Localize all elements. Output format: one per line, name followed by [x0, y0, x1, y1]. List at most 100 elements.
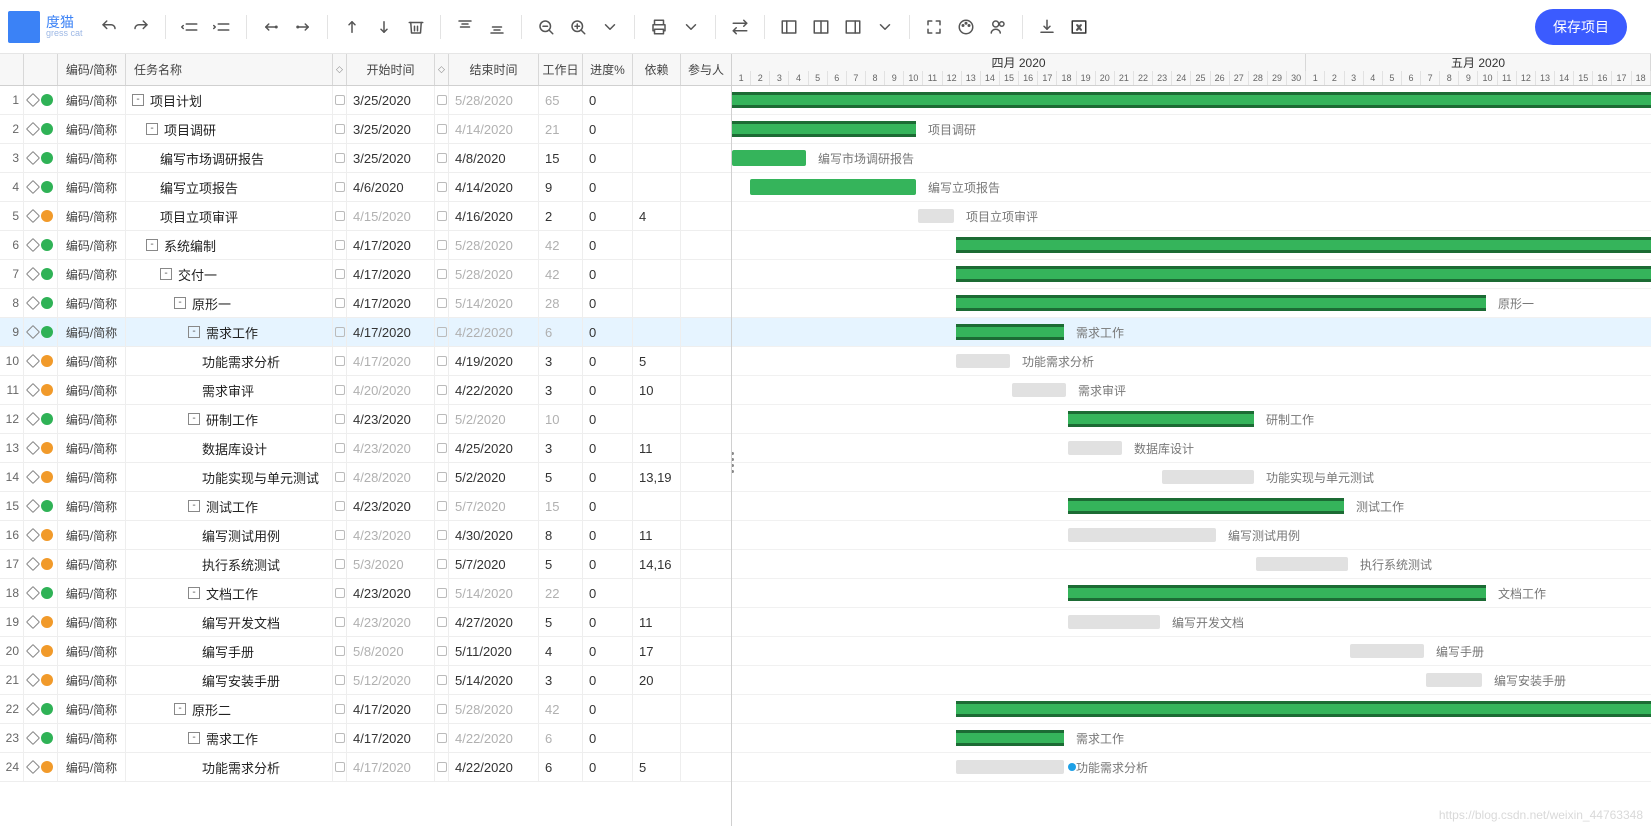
edit-icon[interactable] — [26, 325, 40, 339]
end-cell[interactable]: 5/7/2020 — [449, 550, 539, 578]
deps-cell[interactable]: 13,19 — [633, 463, 681, 491]
print-icon[interactable] — [645, 13, 673, 41]
end-cell[interactable]: 5/28/2020 — [449, 86, 539, 114]
swap-icon[interactable] — [726, 13, 754, 41]
start-cell[interactable]: 4/23/2020 — [347, 608, 435, 636]
gantt-row[interactable] — [732, 231, 1651, 260]
edit-icon[interactable] — [26, 209, 40, 223]
dropdown-icon[interactable] — [871, 13, 899, 41]
toggle-icon[interactable]: - — [188, 587, 200, 599]
table-row[interactable]: 20编码/简称编写手册5/8/20205/11/20204017 — [0, 637, 731, 666]
progress-cell[interactable]: 0 — [583, 289, 633, 317]
checkbox-icon[interactable] — [437, 153, 447, 163]
deps-cell[interactable] — [633, 173, 681, 201]
dropdown-icon[interactable] — [596, 13, 624, 41]
name-cell[interactable]: 编写安装手册 — [126, 666, 333, 694]
people-cell[interactable] — [681, 695, 731, 723]
deps-cell[interactable] — [633, 231, 681, 259]
export-excel-icon[interactable]: X — [1065, 13, 1093, 41]
gantt-bar[interactable] — [956, 324, 1064, 340]
edit-icon[interactable] — [26, 383, 40, 397]
deps-cell[interactable]: 20 — [633, 666, 681, 694]
checkbox-icon[interactable] — [335, 675, 345, 685]
checkbox-icon[interactable] — [335, 472, 345, 482]
checkbox-icon[interactable] — [437, 385, 447, 395]
table-row[interactable]: 14编码/简称功能实现与单元测试4/28/20205/2/20205013,19 — [0, 463, 731, 492]
days-cell[interactable]: 4 — [539, 637, 583, 665]
link-right-icon[interactable] — [289, 13, 317, 41]
checkbox-icon[interactable] — [437, 733, 447, 743]
end-cell[interactable]: 4/22/2020 — [449, 318, 539, 346]
edit-icon[interactable] — [26, 557, 40, 571]
deps-cell[interactable] — [633, 695, 681, 723]
code-cell[interactable]: 编码/简称 — [58, 608, 126, 636]
edit-icon[interactable] — [26, 93, 40, 107]
deps-cell[interactable] — [633, 318, 681, 346]
link-endpoint-icon[interactable] — [1068, 763, 1076, 771]
days-cell[interactable]: 5 — [539, 608, 583, 636]
people-cell[interactable] — [681, 492, 731, 520]
deps-cell[interactable]: 10 — [633, 376, 681, 404]
people-cell[interactable] — [681, 173, 731, 201]
gantt-row[interactable]: 执行系统测试 — [732, 550, 1651, 579]
gantt-row[interactable] — [732, 86, 1651, 115]
name-cell[interactable]: 数据库设计 — [126, 434, 333, 462]
gantt-row[interactable]: 编写立项报告 — [732, 173, 1651, 202]
checkbox-icon[interactable] — [335, 414, 345, 424]
code-cell[interactable]: 编码/简称 — [58, 260, 126, 288]
checkbox-icon[interactable] — [335, 704, 345, 714]
people-cell[interactable] — [681, 318, 731, 346]
start-cell[interactable]: 4/6/2020 — [347, 173, 435, 201]
checkbox-icon[interactable] — [437, 414, 447, 424]
checkbox-icon[interactable] — [437, 182, 447, 192]
link-left-icon[interactable] — [257, 13, 285, 41]
code-cell[interactable]: 编码/简称 — [58, 144, 126, 172]
checkbox-icon[interactable] — [437, 762, 447, 772]
checkbox-icon[interactable] — [335, 385, 345, 395]
end-cell[interactable]: 4/27/2020 — [449, 608, 539, 636]
code-cell[interactable]: 编码/简称 — [58, 724, 126, 752]
people-cell[interactable] — [681, 666, 731, 694]
code-cell[interactable]: 编码/简称 — [58, 753, 126, 781]
name-cell[interactable]: 编写立项报告 — [126, 173, 333, 201]
name-cell[interactable]: -项目计划 — [126, 86, 333, 114]
gantt-row[interactable]: 项目调研 — [732, 115, 1651, 144]
deps-cell[interactable] — [633, 289, 681, 317]
layout-right-icon[interactable] — [839, 13, 867, 41]
days-cell[interactable]: 5 — [539, 550, 583, 578]
checkbox-icon[interactable] — [437, 501, 447, 511]
name-cell[interactable]: -需求工作 — [126, 318, 333, 346]
code-cell[interactable]: 编码/简称 — [58, 550, 126, 578]
start-cell[interactable]: 4/17/2020 — [347, 695, 435, 723]
gantt-row[interactable]: 编写测试用例 — [732, 521, 1651, 550]
delete-icon[interactable] — [402, 13, 430, 41]
name-cell[interactable]: -研制工作 — [126, 405, 333, 433]
days-cell[interactable]: 6 — [539, 318, 583, 346]
checkbox-icon[interactable] — [437, 443, 447, 453]
move-up-icon[interactable] — [338, 13, 366, 41]
table-row[interactable]: 4编码/简称编写立项报告4/6/20204/14/202090 — [0, 173, 731, 202]
start-cell[interactable]: 4/23/2020 — [347, 521, 435, 549]
table-row[interactable]: 1编码/简称-项目计划3/25/20205/28/2020650 — [0, 86, 731, 115]
checkbox-icon[interactable] — [335, 298, 345, 308]
toggle-icon[interactable]: - — [146, 123, 158, 135]
name-cell[interactable]: 功能实现与单元测试 — [126, 463, 333, 491]
col-end[interactable]: 结束时间 — [449, 54, 539, 85]
deps-cell[interactable]: 4 — [633, 202, 681, 230]
gantt-bar[interactable] — [1426, 673, 1482, 687]
name-cell[interactable]: 执行系统测试 — [126, 550, 333, 578]
people-cell[interactable] — [681, 405, 731, 433]
gantt-bar[interactable] — [956, 760, 1064, 774]
name-cell[interactable]: -需求工作 — [126, 724, 333, 752]
checkbox-icon[interactable] — [437, 472, 447, 482]
toggle-icon[interactable]: - — [188, 732, 200, 744]
end-cell[interactable]: 5/14/2020 — [449, 666, 539, 694]
gantt-bar[interactable] — [1068, 585, 1486, 601]
table-row[interactable]: 23编码/简称-需求工作4/17/20204/22/202060 — [0, 724, 731, 753]
deps-cell[interactable] — [633, 144, 681, 172]
toggle-icon[interactable]: - — [174, 297, 186, 309]
undo-icon[interactable] — [95, 13, 123, 41]
people-cell[interactable] — [681, 347, 731, 375]
col-progress[interactable]: 进度% — [583, 54, 633, 85]
checkbox-icon[interactable] — [437, 95, 447, 105]
